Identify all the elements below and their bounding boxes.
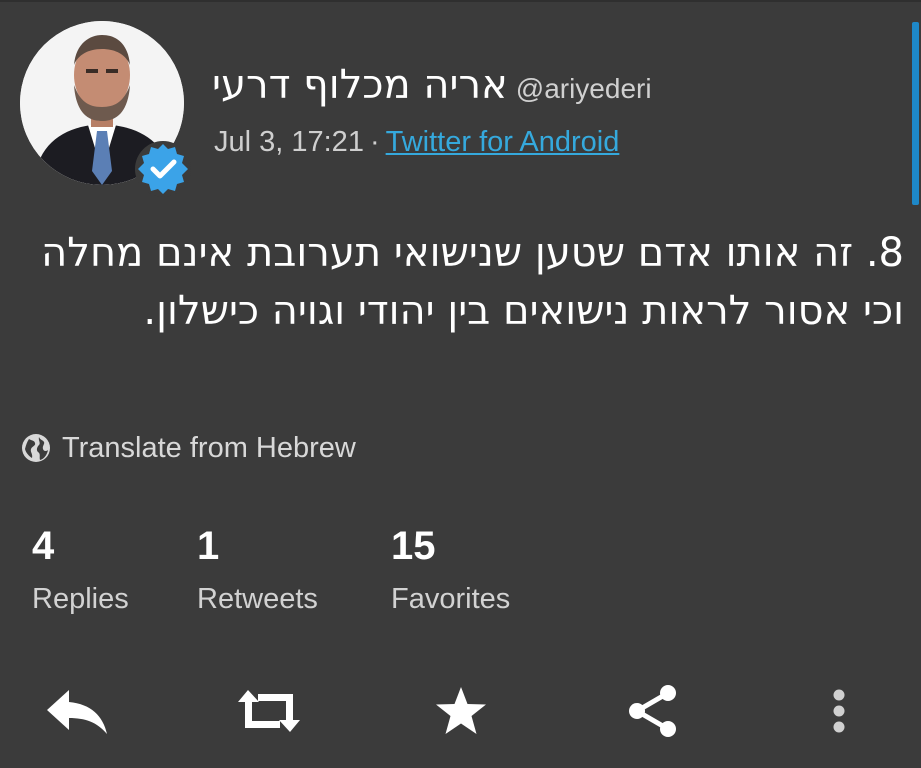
favorites-count: 15 bbox=[391, 524, 436, 568]
scrollbar[interactable] bbox=[912, 22, 919, 205]
favorite-button[interactable] bbox=[432, 683, 490, 739]
verified-badge-icon bbox=[134, 140, 192, 198]
replies-label: Replies bbox=[32, 583, 129, 615]
source-link[interactable]: Twitter for Android bbox=[386, 126, 620, 158]
replies-count: 4 bbox=[32, 524, 55, 568]
timestamp: Jul 3, 17:21 bbox=[214, 126, 364, 158]
retweet-button[interactable] bbox=[236, 683, 302, 739]
more-vertical-icon bbox=[833, 689, 845, 733]
translate-label: Translate from Hebrew bbox=[62, 431, 356, 464]
share-button[interactable] bbox=[626, 683, 680, 739]
retweets-label: Retweets bbox=[197, 583, 318, 615]
tweet-text: 8. זה אותו אדם שטען שנישואי תערובת אינם … bbox=[41, 230, 904, 334]
reply-icon bbox=[47, 690, 107, 734]
share-icon bbox=[629, 685, 676, 737]
translate-button[interactable]: Translate from Hebrew bbox=[20, 430, 356, 466]
reply-button[interactable] bbox=[44, 683, 110, 739]
retweets-count: 1 bbox=[197, 524, 220, 568]
stat-retweets[interactable]: 1 Retweets bbox=[197, 522, 318, 616]
retweet-icon bbox=[238, 690, 300, 732]
stat-favorites[interactable]: 15 Favorites bbox=[391, 522, 510, 616]
display-name[interactable]: אריה מכלוף דרעי bbox=[212, 62, 508, 108]
top-divider bbox=[0, 0, 921, 2]
globe-icon bbox=[20, 432, 52, 464]
stat-replies[interactable]: 4 Replies bbox=[32, 522, 129, 616]
favorite-star-icon bbox=[436, 687, 486, 734]
user-handle[interactable]: @ariyederi bbox=[516, 73, 652, 105]
more-options-button[interactable] bbox=[826, 683, 852, 739]
meta-separator: · bbox=[369, 126, 380, 158]
author-row: אריה מכלוף דרעי @ariyederi bbox=[212, 62, 652, 108]
favorites-label: Favorites bbox=[391, 583, 511, 615]
tweet-meta: Jul 3, 17:21 · Twitter for Android bbox=[214, 126, 619, 159]
